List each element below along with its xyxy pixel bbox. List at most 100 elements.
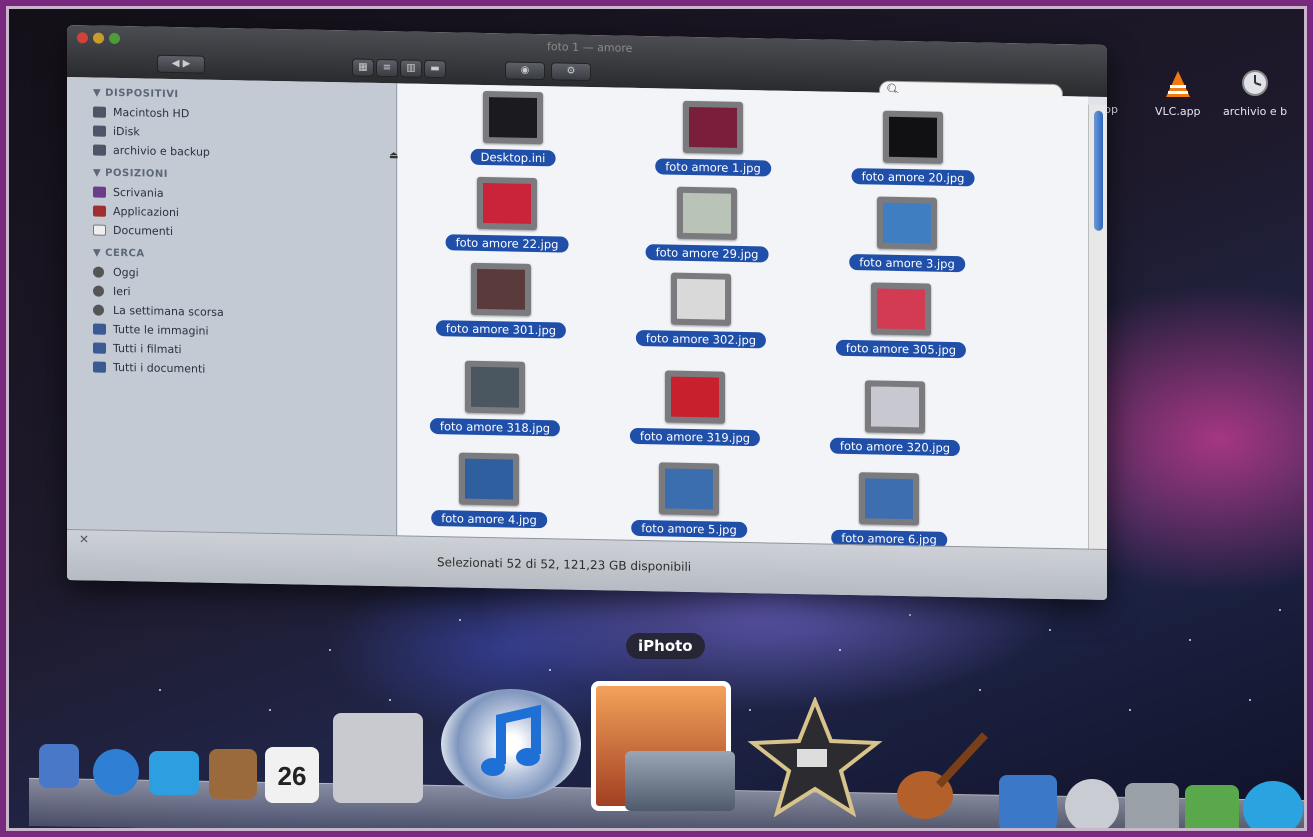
smart-folder-icon (93, 323, 106, 335)
file-name-label: foto amore 29.jpg (645, 244, 769, 263)
imovie-icon (745, 695, 885, 818)
image-preview (489, 97, 537, 139)
file-name-label: Desktop.ini (470, 148, 556, 167)
image-preview (877, 288, 925, 330)
finder-window: foto 1 — amore ◀ ▶ ▦ ≡ ▥ ▬ ◉ ⚙ 🔍︎ ▼ DISP… (67, 25, 1107, 600)
image-preview (483, 182, 531, 224)
file-item[interactable]: foto amore 318.jpg (420, 360, 570, 453)
star (549, 669, 551, 671)
time-machine-icon (1065, 779, 1119, 828)
sidebar-item-label: Scrivania (113, 185, 164, 200)
image-preview (471, 366, 519, 408)
file-item[interactable]: foto amore 3.jpg (832, 196, 982, 289)
image-preview (683, 192, 731, 234)
image-preview (865, 478, 913, 520)
ical-date-text: 26 (277, 761, 307, 791)
desktop-app-label: VLC.app (1155, 105, 1201, 118)
gear-icon: ⚙ (566, 65, 576, 77)
status-text: Selezionati 52 di 52, 121,23 GB disponib… (437, 555, 692, 574)
dock-item-itunes[interactable] (441, 689, 581, 799)
applications-icon (93, 205, 106, 217)
zoom-button[interactable] (109, 32, 120, 45)
file-item[interactable]: Desktop.ini (438, 90, 588, 183)
dock-item-address-book[interactable] (209, 749, 257, 799)
dock-item-time-machine[interactable] (1065, 779, 1119, 828)
dashboard-icon (999, 775, 1057, 828)
sidebar-resize-icon[interactable]: ✕ (79, 532, 89, 546)
dock-item-preview[interactable] (333, 713, 423, 803)
dock-item-mail[interactable] (39, 744, 79, 788)
star (159, 689, 161, 691)
quick-look-button[interactable]: ◉ (505, 61, 545, 81)
clock-icon (93, 266, 104, 278)
dock-item-imovie[interactable] (745, 695, 885, 818)
file-item[interactable]: foto amore 20.jpg (838, 110, 988, 203)
dock-item-garageband[interactable] (889, 729, 989, 828)
desktop-app-vlc[interactable]: VLC.app (1155, 69, 1201, 118)
file-thumbnail (877, 196, 937, 250)
file-item[interactable]: foto amore 320.jpg (820, 379, 970, 472)
action-menu-button[interactable]: ⚙ (551, 62, 591, 82)
dock-item-ical[interactable]: 26 (265, 747, 319, 803)
file-item[interactable]: foto amore 302.jpg (626, 272, 776, 365)
smart-folder-icon (93, 342, 106, 354)
minimize-button[interactable] (93, 32, 104, 44)
dock-item-iphoto[interactable] (591, 681, 735, 811)
file-item[interactable]: foto amore 4.jpg (414, 452, 564, 545)
list-view-button[interactable]: ≡ (376, 58, 398, 78)
dock-item-skype[interactable] (1243, 781, 1303, 828)
file-thumbnail (665, 370, 725, 424)
image-preview (889, 116, 937, 158)
sidebar-item-label: Tutti i filmati (113, 341, 182, 357)
desktop-icon (93, 186, 106, 198)
back-forward-buttons[interactable]: ◀ ▶ (157, 54, 205, 74)
desktop-app-backup[interactable]: archivio e b (1223, 69, 1287, 118)
dock-item-messenger[interactable] (1185, 785, 1239, 828)
dock-item-safari[interactable] (93, 749, 139, 795)
ichat-icon (149, 751, 199, 795)
star (1249, 699, 1251, 701)
file-name-label: foto amore 319.jpg (629, 427, 761, 447)
sidebar-item-label: archivio e backup (113, 143, 210, 159)
close-button[interactable] (77, 32, 88, 44)
file-name-label: foto amore 4.jpg (431, 509, 547, 529)
file-item[interactable]: foto amore 305.jpg (826, 282, 976, 375)
camera-body (625, 751, 735, 811)
file-item[interactable]: foto amore 319.jpg (620, 370, 770, 463)
system-preferences-icon (1125, 783, 1179, 828)
image-preview (671, 376, 719, 418)
dock-item-ichat[interactable] (149, 751, 199, 795)
file-thumbnail (677, 186, 737, 240)
sidebar-item-label: Documenti (113, 223, 174, 239)
preview-icon (333, 713, 423, 803)
sidebar-item-label: Tutti i documenti (113, 360, 206, 376)
star (1189, 639, 1191, 641)
vertical-scrollbar[interactable] (1088, 104, 1107, 565)
file-name-label: foto amore 305.jpg (835, 339, 967, 359)
file-item[interactable]: foto amore 29.jpg (632, 186, 782, 279)
sidebar-item-label: La settimana scorsa (113, 303, 224, 320)
scrollbar-thumb[interactable] (1094, 110, 1103, 231)
messenger-icon (1185, 785, 1239, 828)
file-item[interactable]: foto amore 301.jpg (426, 262, 576, 355)
file-item[interactable]: foto amore 22.jpg (432, 176, 582, 269)
sidebar-header: ▼ POSIZIONI (93, 167, 168, 180)
image-preview (883, 202, 931, 244)
file-icon-grid: Desktop.ini foto amore 1.jpg foto amore 20… (398, 83, 1088, 549)
sidebar-item-label: iDisk (113, 124, 140, 139)
iphoto-icon (591, 681, 735, 811)
coverflow-view-button[interactable]: ▬ (424, 59, 446, 79)
desktop-app-label: archivio e b (1223, 105, 1288, 118)
star (1129, 709, 1131, 711)
file-item[interactable]: foto amore 1.jpg (638, 100, 788, 193)
column-view-button[interactable]: ▥ (400, 59, 422, 78)
file-thumbnail (659, 462, 719, 516)
file-thumbnail (683, 100, 743, 154)
hard-disk-icon (93, 106, 106, 118)
file-name-label: foto amore 301.jpg (435, 320, 567, 339)
icon-view-button[interactable]: ▦ (352, 58, 374, 77)
dock-item-dashboard[interactable] (999, 775, 1057, 828)
sidebar-item-label: Oggi (113, 265, 139, 280)
dock-item-system-preferences[interactable] (1125, 783, 1179, 828)
sidebar: ▼ DISPOSITIVI Macintosh HD iDisk archivi… (67, 77, 398, 536)
